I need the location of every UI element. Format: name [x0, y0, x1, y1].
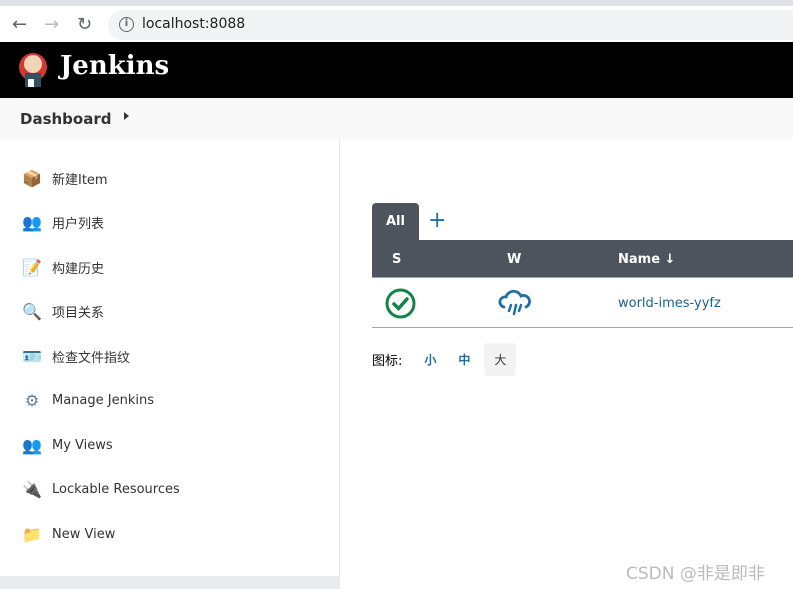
- icon-size-legend: 图标: 小 中 大: [372, 342, 517, 376]
- back-icon[interactable]: ←: [12, 14, 27, 35]
- sidebar-item-label: Manage Jenkins: [52, 392, 154, 408]
- sidebar-item-label: 检查文件指纹: [52, 350, 131, 366]
- users-icon: 👥: [22, 212, 42, 232]
- jenkins-header: Jenkins: [0, 42, 793, 98]
- sidebar-item-lockable-resources[interactable]: 🔌 Lockable Resources: [20, 476, 180, 502]
- jenkins-logo-icon[interactable]: [18, 51, 48, 89]
- add-view-tab[interactable]: +: [428, 208, 446, 233]
- sidebar-item-label: Lockable Resources: [52, 481, 180, 497]
- sidebar-item-label: 新建Item: [52, 172, 108, 188]
- users-icon: 👥: [22, 435, 42, 455]
- sidebar-item-new-item[interactable]: 📦 新建Item: [20, 165, 108, 191]
- sidebar-item-label: New View: [52, 526, 116, 542]
- sidebar-item-label: 项目关系: [52, 305, 105, 321]
- breadcrumb: Dashboard: [0, 98, 793, 139]
- sidebar-item-new-view[interactable]: 📁 New View: [20, 521, 115, 547]
- breadcrumb-dashboard[interactable]: Dashboard: [20, 110, 111, 128]
- gear-icon: ⚙: [24, 390, 40, 410]
- success-status-icon: [385, 288, 416, 319]
- icon-size-small[interactable]: 小: [424, 343, 436, 376]
- watermark: CSDN @非是即非: [626, 564, 765, 584]
- brand-title[interactable]: Jenkins: [60, 51, 169, 81]
- fingerprint-icon: 🪪: [22, 346, 42, 366]
- job-link[interactable]: world-imes-yyfz: [618, 296, 721, 311]
- sidebar-item-label: My Views: [52, 437, 113, 453]
- forward-icon[interactable]: →: [44, 14, 59, 35]
- sidebar: 📦 新建Item 👥 用户列表 📝 构建历史 🔍 项目关系 🪪 检查文件指纹 ⚙ Manag…: [0, 139, 340, 589]
- column-status[interactable]: S: [392, 252, 401, 267]
- sidebar-item-label: 用户列表: [52, 216, 105, 232]
- icon-size-label: 图标:: [372, 353, 403, 369]
- address-bar[interactable]: i localhost:8088: [108, 10, 793, 40]
- info-icon[interactable]: i: [119, 17, 134, 32]
- new-item-icon: 📦: [22, 168, 42, 188]
- browser-toolbar: ← → ↻ i localhost:8088: [0, 0, 793, 42]
- sidebar-item-build-history[interactable]: 📝 构建历史: [20, 254, 104, 280]
- notepad-icon: 📝: [22, 257, 42, 277]
- icon-size-large[interactable]: 大: [484, 342, 517, 376]
- table-header: S W Name ↓: [372, 240, 793, 278]
- icon-size-medium[interactable]: 中: [458, 343, 470, 376]
- rain-weather-icon: [498, 289, 531, 316]
- sidebar-item-label: 构建历史: [52, 261, 105, 277]
- sidebar-footer: [0, 576, 340, 589]
- table-row: world-imes-yyfz: [372, 278, 793, 328]
- search-icon: 🔍: [22, 301, 42, 321]
- sidebar-item-project-relationship[interactable]: 🔍 项目关系: [20, 298, 104, 324]
- column-weather[interactable]: W: [507, 252, 521, 267]
- reload-icon[interactable]: ↻: [77, 14, 92, 35]
- breadcrumb-arrow-icon[interactable]: [124, 112, 129, 120]
- tab-all[interactable]: All: [372, 203, 419, 241]
- sidebar-item-users[interactable]: 👥 用户列表: [20, 209, 104, 235]
- folder-icon: 📁: [22, 524, 42, 544]
- usb-icon: 🔌: [22, 479, 42, 499]
- url-text: localhost:8088: [142, 16, 246, 32]
- sidebar-item-fingerprint[interactable]: 🪪 检查文件指纹: [20, 343, 130, 369]
- sidebar-item-manage-jenkins[interactable]: ⚙ Manage Jenkins: [20, 387, 154, 413]
- column-name[interactable]: Name ↓: [618, 252, 675, 267]
- sidebar-item-my-views[interactable]: 👥 My Views: [20, 432, 113, 458]
